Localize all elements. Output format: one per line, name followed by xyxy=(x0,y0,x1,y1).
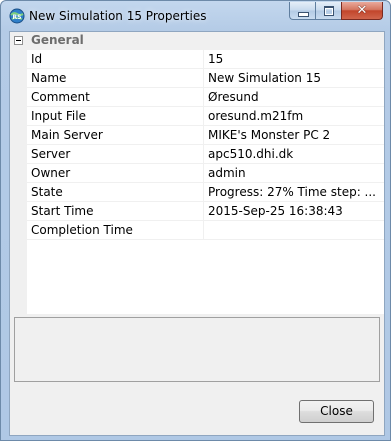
property-value[interactable]: 2015-Sep-25 16:38:43 xyxy=(205,202,384,220)
property-name: Start Time xyxy=(27,202,204,220)
close-button[interactable]: Close xyxy=(299,400,374,423)
property-value[interactable] xyxy=(205,221,384,239)
property-row-server[interactable]: Server apc510.dhi.dk xyxy=(27,145,384,164)
property-row-owner[interactable]: Owner admin xyxy=(27,164,384,183)
property-row-input-file[interactable]: Input File oresund.m21fm xyxy=(27,107,384,126)
category-row-general[interactable]: General xyxy=(10,32,384,50)
property-name: Server xyxy=(27,145,204,163)
title-bar[interactable]: RS New Simulation 15 Properties ✕ xyxy=(1,1,390,31)
property-grid: General Id 15 Name New Simulation 15 Com… xyxy=(10,32,384,314)
property-value[interactable]: 15 xyxy=(205,50,384,68)
property-row-main-server[interactable]: Main Server MIKE's Monster PC 2 xyxy=(27,126,384,145)
svg-text:RS: RS xyxy=(13,14,22,21)
property-value[interactable]: New Simulation 15 xyxy=(205,69,384,87)
property-value[interactable]: Øresund xyxy=(205,88,384,106)
property-name: Owner xyxy=(27,164,204,182)
window-close-button[interactable]: ✕ xyxy=(341,2,383,20)
description-pane xyxy=(14,317,380,382)
property-value[interactable]: admin xyxy=(205,164,384,182)
category-label: General xyxy=(31,33,84,47)
maximize-button[interactable] xyxy=(315,2,341,20)
property-name: Completion Time xyxy=(27,221,204,239)
properties-window: RS New Simulation 15 Properties ✕ Genera… xyxy=(0,0,391,441)
property-name: Comment xyxy=(27,88,204,106)
collapse-icon[interactable] xyxy=(14,36,23,45)
property-row-name[interactable]: Name New Simulation 15 xyxy=(27,69,384,88)
caption-buttons: ✕ xyxy=(289,2,383,22)
property-name: State xyxy=(27,183,204,201)
property-name: Main Server xyxy=(27,126,204,144)
property-value[interactable]: MIKE's Monster PC 2 xyxy=(205,126,384,144)
property-value[interactable]: oresund.m21fm xyxy=(205,107,384,125)
property-name: Input File xyxy=(27,107,204,125)
property-row-state[interactable]: State Progress: 27% Time step: ... xyxy=(27,183,384,202)
property-name: Name xyxy=(27,69,204,87)
rs-globe-icon: RS xyxy=(9,8,25,24)
minimize-button[interactable] xyxy=(289,2,315,20)
minimize-icon xyxy=(298,12,309,17)
grid-gutter xyxy=(10,50,27,314)
window-title: New Simulation 15 Properties xyxy=(29,9,207,23)
maximize-icon xyxy=(324,6,334,16)
property-value[interactable]: apc510.dhi.dk xyxy=(205,145,384,163)
property-row-completion-time[interactable]: Completion Time xyxy=(27,221,384,240)
property-value[interactable]: Progress: 27% Time step: ... xyxy=(205,183,384,201)
property-row-comment[interactable]: Comment Øresund xyxy=(27,88,384,107)
property-row-id[interactable]: Id 15 xyxy=(27,50,384,69)
close-icon: ✕ xyxy=(356,3,368,18)
client-area: General Id 15 Name New Simulation 15 Com… xyxy=(9,31,385,436)
property-row-start-time[interactable]: Start Time 2015-Sep-25 16:38:43 xyxy=(27,202,384,221)
property-name: Id xyxy=(27,50,204,68)
